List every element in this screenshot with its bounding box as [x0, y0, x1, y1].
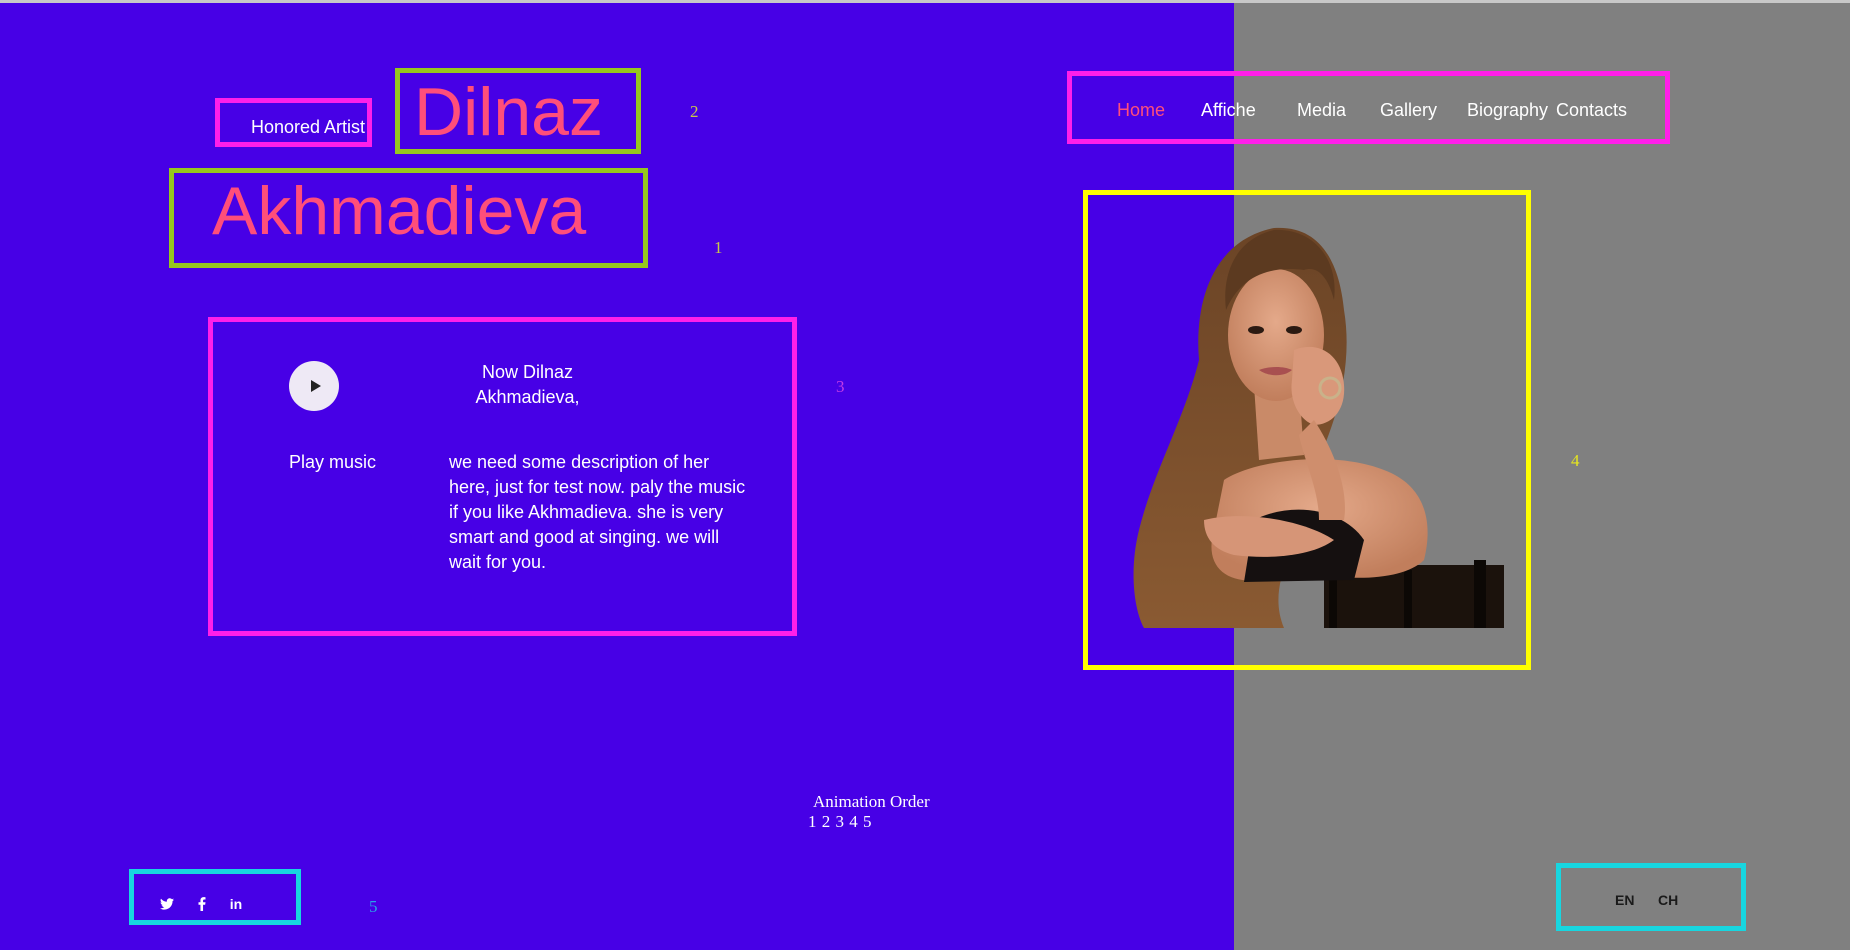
play-icon — [310, 380, 321, 392]
language-ch[interactable]: CH — [1658, 892, 1678, 908]
order-marker-3: 3 — [836, 377, 845, 396]
now-playing-line-2: Akhmadieva, — [475, 387, 580, 407]
play-button[interactable] — [289, 361, 339, 411]
nav-biography[interactable]: Biography — [1467, 100, 1548, 121]
order-marker-5: 5 — [369, 897, 378, 916]
order-marker-4: 4 — [1571, 451, 1580, 470]
language-en[interactable]: EN — [1615, 892, 1634, 908]
nav-contacts[interactable]: Contacts — [1556, 100, 1627, 121]
nav-home[interactable]: Home — [1117, 100, 1165, 121]
artist-last-name: Akhmadieva — [212, 173, 587, 249]
twitter-icon[interactable] — [156, 893, 178, 915]
order-marker-1: 1 — [714, 238, 723, 257]
play-music-label: Play music — [289, 452, 377, 472]
artist-first-name: Dilnaz — [414, 74, 603, 150]
linkedin-icon[interactable]: in — [225, 893, 247, 915]
animation-order-title: Animation Order — [813, 792, 930, 811]
facebook-icon[interactable] — [191, 893, 213, 915]
animation-order-sequence: 1 2 3 4 5 — [808, 812, 872, 831]
language-switch-frame — [1556, 863, 1746, 931]
nav-affiche[interactable]: Affiche — [1201, 100, 1256, 121]
nav-media[interactable]: Media — [1297, 100, 1346, 121]
now-playing-line-1: Now Dilnaz — [481, 362, 574, 382]
nav-gallery[interactable]: Gallery — [1380, 100, 1437, 121]
artist-description: we need some description of her here, ju… — [449, 452, 746, 572]
order-marker-2: 2 — [690, 102, 699, 121]
artist-photo — [1133, 227, 1504, 628]
social-links-frame — [129, 869, 301, 925]
honored-artist-label: Honored Artist — [251, 117, 366, 137]
